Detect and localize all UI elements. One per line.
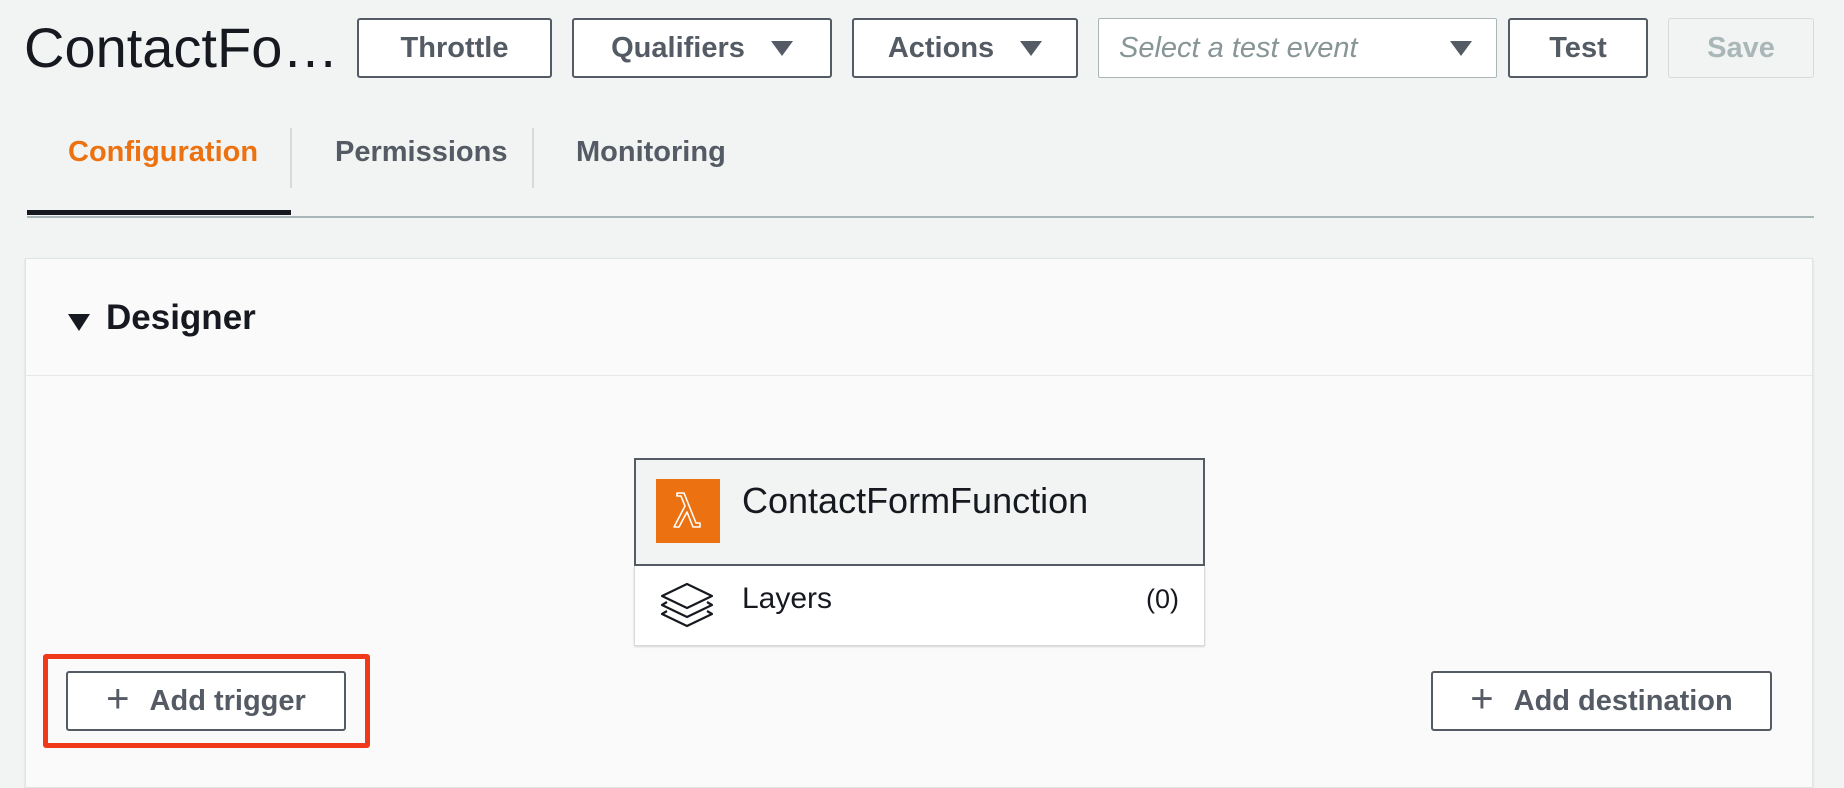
throttle-button-label: Throttle (400, 31, 509, 64)
layers-icon (658, 581, 716, 631)
qualifiers-dropdown[interactable]: Qualifiers (572, 18, 832, 78)
throttle-button[interactable]: Throttle (357, 18, 552, 78)
test-button[interactable]: Test (1508, 18, 1648, 78)
caret-down-icon (1450, 40, 1472, 56)
qualifiers-dropdown-label: Qualifiers (611, 31, 745, 64)
tab-divider (532, 128, 534, 188)
add-destination-button[interactable]: + Add destination (1431, 671, 1772, 731)
layers-node[interactable] (634, 566, 1205, 646)
highlight-box (43, 654, 370, 748)
active-tab-indicator (27, 210, 291, 215)
caret-down-icon (1020, 40, 1043, 56)
layers-label: Layers (742, 582, 833, 615)
add-destination-label: Add destination (1513, 684, 1733, 717)
panel-header-divider (26, 375, 1812, 376)
save-button[interactable]: Save (1668, 18, 1814, 78)
function-name[interactable]: ContactFormFunction (742, 480, 1088, 522)
designer-heading[interactable]: Designer (106, 298, 256, 338)
test-button-label: Test (1549, 31, 1607, 64)
collapse-caret-icon[interactable] (68, 314, 90, 331)
actions-dropdown[interactable]: Actions (852, 18, 1078, 78)
tab-monitoring[interactable]: Monitoring (576, 136, 726, 169)
tab-configuration[interactable]: Configuration (68, 136, 258, 169)
layers-count: (0) (1146, 584, 1179, 614)
function-title: ContactFo… (24, 16, 339, 79)
save-button-label: Save (1707, 31, 1775, 64)
tabs-baseline (27, 216, 1814, 218)
tab-permissions[interactable]: Permissions (335, 136, 507, 169)
test-event-select[interactable]: Select a test event (1098, 18, 1497, 78)
lambda-icon (656, 479, 720, 543)
test-event-placeholder: Select a test event (1119, 31, 1358, 64)
plus-icon: + (1470, 677, 1494, 721)
caret-down-icon (770, 40, 793, 56)
tab-divider (290, 128, 292, 188)
actions-dropdown-label: Actions (887, 31, 995, 64)
